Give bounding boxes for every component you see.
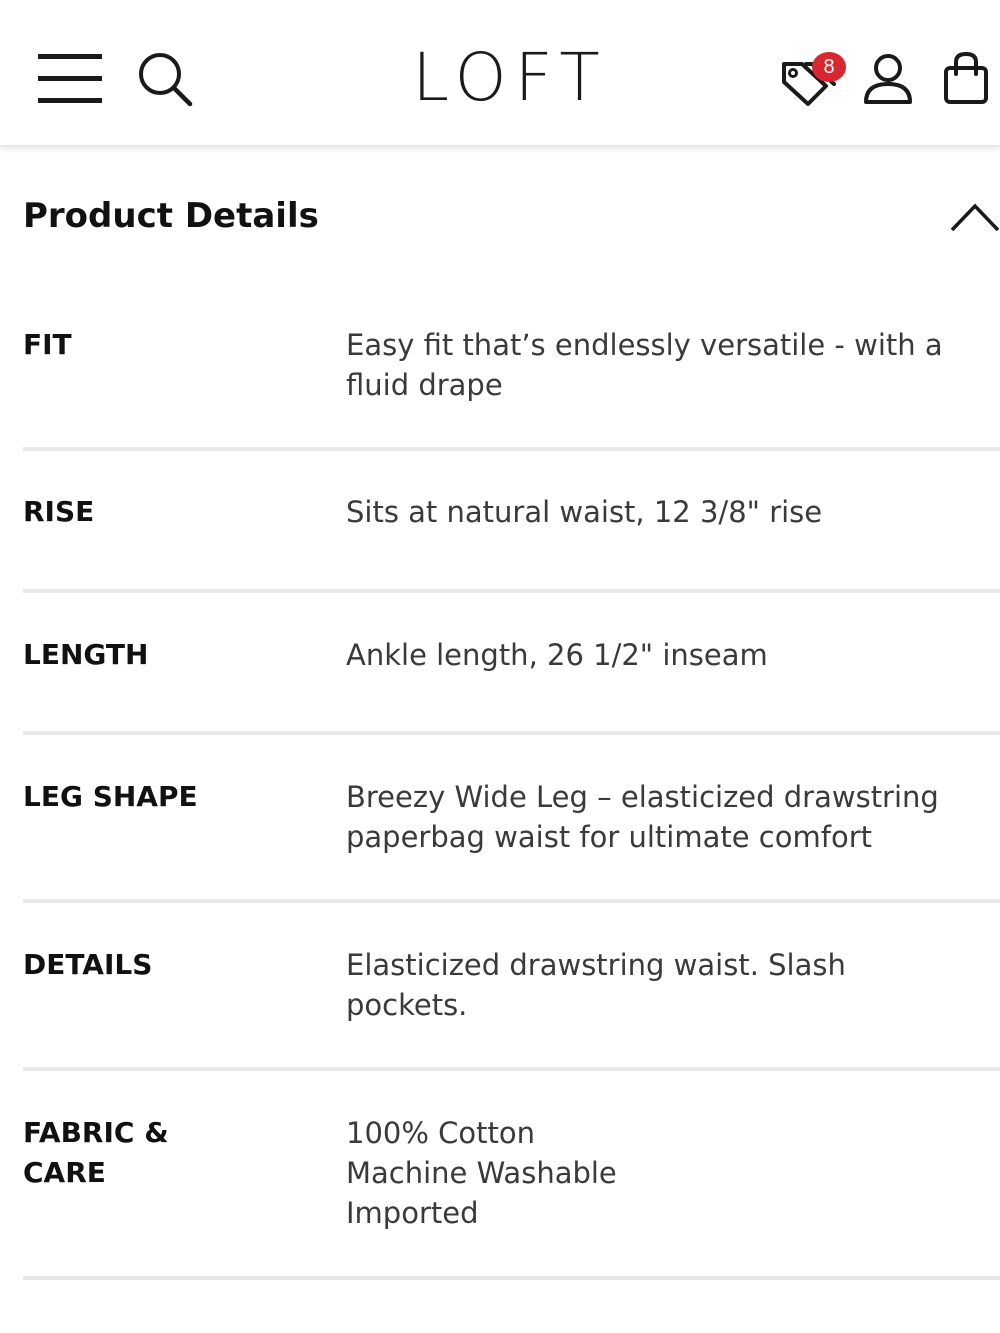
detail-label: FIT <box>23 328 72 361</box>
user-account-icon[interactable] <box>862 52 914 106</box>
detail-label: RISE <box>23 495 95 528</box>
row-divider <box>23 447 1000 451</box>
detail-label: FABRIC & CARE <box>23 1116 169 1189</box>
detail-value: Sits at natural waist, 12 3/8" rise <box>346 495 823 529</box>
row-divider <box>23 1276 1000 1280</box>
row-divider <box>23 731 1000 735</box>
product-details-title: Product Details <box>23 196 319 236</box>
row-divider <box>23 899 1000 903</box>
detail-value: 100% Cotton Machine Washable Imported <box>346 1116 617 1230</box>
hamburger-menu-icon[interactable] <box>36 50 104 108</box>
row-divider <box>23 589 1000 593</box>
chevron-up-icon[interactable] <box>948 196 1000 238</box>
site-header: LOFT 8 <box>0 0 1000 146</box>
detail-value: Ankle length, 26 1/2" inseam <box>346 638 768 672</box>
row-divider <box>23 1067 1000 1071</box>
search-icon[interactable] <box>136 50 194 108</box>
loft-logo[interactable]: LOFT <box>390 38 630 118</box>
detail-label: LEG SHAPE <box>23 780 198 813</box>
detail-label: LENGTH <box>23 638 149 671</box>
detail-label: DETAILS <box>23 948 153 981</box>
detail-value: Breezy Wide Leg – elasticized drawstring… <box>346 780 939 854</box>
shopping-bag-icon[interactable] <box>940 50 992 106</box>
detail-value: Elasticized drawstring waist. Slash pock… <box>346 948 846 1022</box>
detail-value: Easy fit that’s endlessly versatile - wi… <box>346 328 943 402</box>
cart-count-badge: 8 <box>812 52 846 82</box>
